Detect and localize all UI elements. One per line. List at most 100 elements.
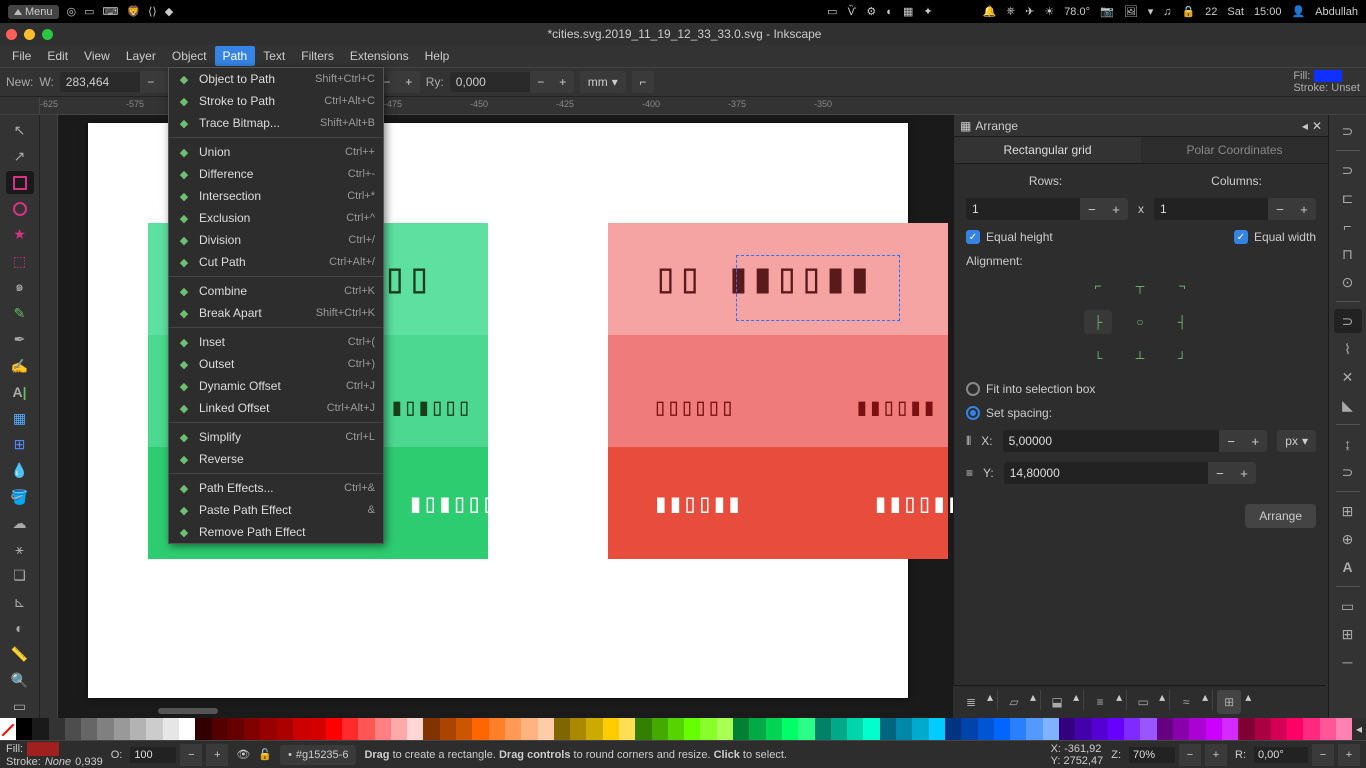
- tab-rectangular-grid[interactable]: Rectangular grid: [954, 137, 1141, 163]
- palette-swatch[interactable]: [945, 718, 961, 740]
- palette-swatch[interactable]: [146, 718, 162, 740]
- tray-icon[interactable]: ⚙: [866, 5, 876, 18]
- menu-file[interactable]: File: [4, 46, 39, 66]
- rot-dec[interactable]: −: [1312, 744, 1334, 766]
- snap-page[interactable]: ▭: [1334, 594, 1362, 618]
- palette-swatch[interactable]: [423, 718, 439, 740]
- palette-swatch[interactable]: [472, 718, 488, 740]
- menu-object[interactable]: Object: [164, 46, 215, 66]
- cols-input[interactable]: [1154, 198, 1268, 220]
- menu-edit[interactable]: Edit: [39, 46, 76, 66]
- palette-swatch[interactable]: [1206, 718, 1222, 740]
- menu-item-path-effects-[interactable]: ◆Path Effects...Ctrl+&: [169, 477, 383, 499]
- palette-swatch[interactable]: [717, 718, 733, 740]
- palette-menu-button[interactable]: ◂: [1352, 718, 1366, 740]
- tray-icon[interactable]: 🦁: [126, 5, 140, 18]
- snap-cusp[interactable]: ◣: [1334, 393, 1362, 417]
- snap-guide[interactable]: ─: [1334, 650, 1362, 674]
- nav-icon[interactable]: ✈: [1025, 5, 1034, 18]
- status-stroke-value[interactable]: None: [45, 756, 71, 768]
- palette-swatch[interactable]: [1059, 718, 1075, 740]
- palette-swatch[interactable]: [652, 718, 668, 740]
- equal-height-checkbox[interactable]: Equal height: [966, 230, 1053, 244]
- palette-swatch[interactable]: [798, 718, 814, 740]
- minimize-window-button[interactable]: [24, 29, 35, 40]
- measure-tool[interactable]: 📏: [6, 643, 34, 665]
- reset-corners-button[interactable]: ⌐: [632, 71, 654, 93]
- menu-item-intersection[interactable]: ◆IntersectionCtrl+*: [169, 185, 383, 207]
- palette-swatch[interactable]: [1140, 718, 1156, 740]
- cmd-arrange[interactable]: ⊞: [1217, 690, 1241, 714]
- palette-swatch[interactable]: [293, 718, 309, 740]
- menu-extensions[interactable]: Extensions: [342, 46, 417, 66]
- palette-swatch[interactable]: [309, 718, 325, 740]
- menu-item-dynamic-offset[interactable]: ◆Dynamic OffsetCtrl+J: [169, 375, 383, 397]
- rows-input[interactable]: [966, 198, 1080, 220]
- ry-dec-button[interactable]: −: [530, 71, 552, 93]
- dropper-tool[interactable]: 💧: [6, 460, 34, 482]
- user-icon[interactable]: 👤: [1291, 5, 1305, 18]
- palette-swatch[interactable]: [880, 718, 896, 740]
- palette-swatch[interactable]: [603, 718, 619, 740]
- rectangle-tool[interactable]: [6, 171, 34, 193]
- align-mc[interactable]: ○: [1126, 310, 1154, 334]
- menu-item-union[interactable]: ◆UnionCtrl++: [169, 141, 383, 163]
- cmd-obj[interactable]: ≈: [1174, 690, 1198, 714]
- align-ml[interactable]: ├: [1084, 310, 1112, 334]
- rows-inc-button[interactable]: +: [1104, 198, 1128, 220]
- spiral-tool[interactable]: ๑: [6, 276, 34, 298]
- palette-swatch[interactable]: [505, 718, 521, 740]
- zoom-input[interactable]: [1129, 747, 1175, 763]
- snap-intersection[interactable]: ✕: [1334, 365, 1362, 389]
- set-spacing-radio[interactable]: Set spacing:: [966, 406, 1052, 420]
- menu-item-remove-path-effect[interactable]: ◆Remove Path Effect: [169, 521, 383, 543]
- palette-swatch[interactable]: [244, 718, 260, 740]
- tray-icon[interactable]: ▭: [84, 5, 94, 18]
- align-tl[interactable]: ⌐: [1084, 274, 1112, 298]
- menu-item-reverse[interactable]: ◆Reverse: [169, 448, 383, 470]
- palette-swatch[interactable]: [391, 718, 407, 740]
- status-fill-swatch[interactable]: [27, 742, 59, 756]
- palette-swatch[interactable]: [1303, 718, 1319, 740]
- palette-swatch[interactable]: [1010, 718, 1026, 740]
- palette-swatch[interactable]: [1108, 718, 1124, 740]
- opacity-inc[interactable]: +: [206, 744, 228, 766]
- palette-swatch[interactable]: [1124, 718, 1140, 740]
- location-icon[interactable]: ⎈: [1006, 5, 1015, 18]
- cmd-align[interactable]: ≣: [959, 690, 983, 714]
- align-br[interactable]: ┘: [1168, 346, 1196, 370]
- menu-item-stroke-to-path[interactable]: ◆Stroke to PathCtrl+Alt+C: [169, 90, 383, 112]
- palette-swatch[interactable]: [815, 718, 831, 740]
- units-select[interactable]: mm ▾: [580, 71, 626, 93]
- palette-swatch[interactable]: [700, 718, 716, 740]
- palette-swatch[interactable]: [1173, 718, 1189, 740]
- palette-swatch[interactable]: [81, 718, 97, 740]
- palette-swatch[interactable]: [1320, 718, 1336, 740]
- palette-swatch[interactable]: [260, 718, 276, 740]
- tray-icon[interactable]: ✦: [923, 5, 932, 18]
- menu-help[interactable]: Help: [417, 46, 458, 66]
- snap-other[interactable]: ⊞: [1334, 499, 1362, 523]
- align-tc[interactable]: ┬: [1126, 274, 1154, 298]
- dialog-minimize-button[interactable]: ◂: [1302, 119, 1308, 133]
- snap-bbox[interactable]: ⊃: [1334, 158, 1362, 182]
- palette-swatch[interactable]: [212, 718, 228, 740]
- pages-tool[interactable]: ▭: [6, 696, 34, 718]
- dialog-close-button[interactable]: ✕: [1312, 119, 1322, 133]
- tray-icon[interactable]: ◐: [886, 6, 893, 18]
- palette-swatch[interactable]: [1287, 718, 1303, 740]
- palette-swatch[interactable]: [97, 718, 113, 740]
- snap-toggle[interactable]: ⊃: [1334, 119, 1362, 143]
- spacing-y-inc[interactable]: +: [1232, 462, 1256, 484]
- align-bc[interactable]: ┴: [1126, 346, 1154, 370]
- menu-item-division[interactable]: ◆DivisionCtrl+/: [169, 229, 383, 251]
- palette-swatch[interactable]: [863, 718, 879, 740]
- palette-swatch[interactable]: [635, 718, 651, 740]
- ellipse-tool[interactable]: [6, 198, 34, 220]
- tray-icon[interactable]: ▭: [827, 5, 837, 18]
- palette-swatch[interactable]: [619, 718, 635, 740]
- snap-path[interactable]: ⌇: [1334, 337, 1362, 361]
- calligraphy-tool[interactable]: ✍: [6, 355, 34, 377]
- menu-item-linked-offset[interactable]: ◆Linked OffsetCtrl+Alt+J: [169, 397, 383, 419]
- palette-swatch[interactable]: [179, 718, 195, 740]
